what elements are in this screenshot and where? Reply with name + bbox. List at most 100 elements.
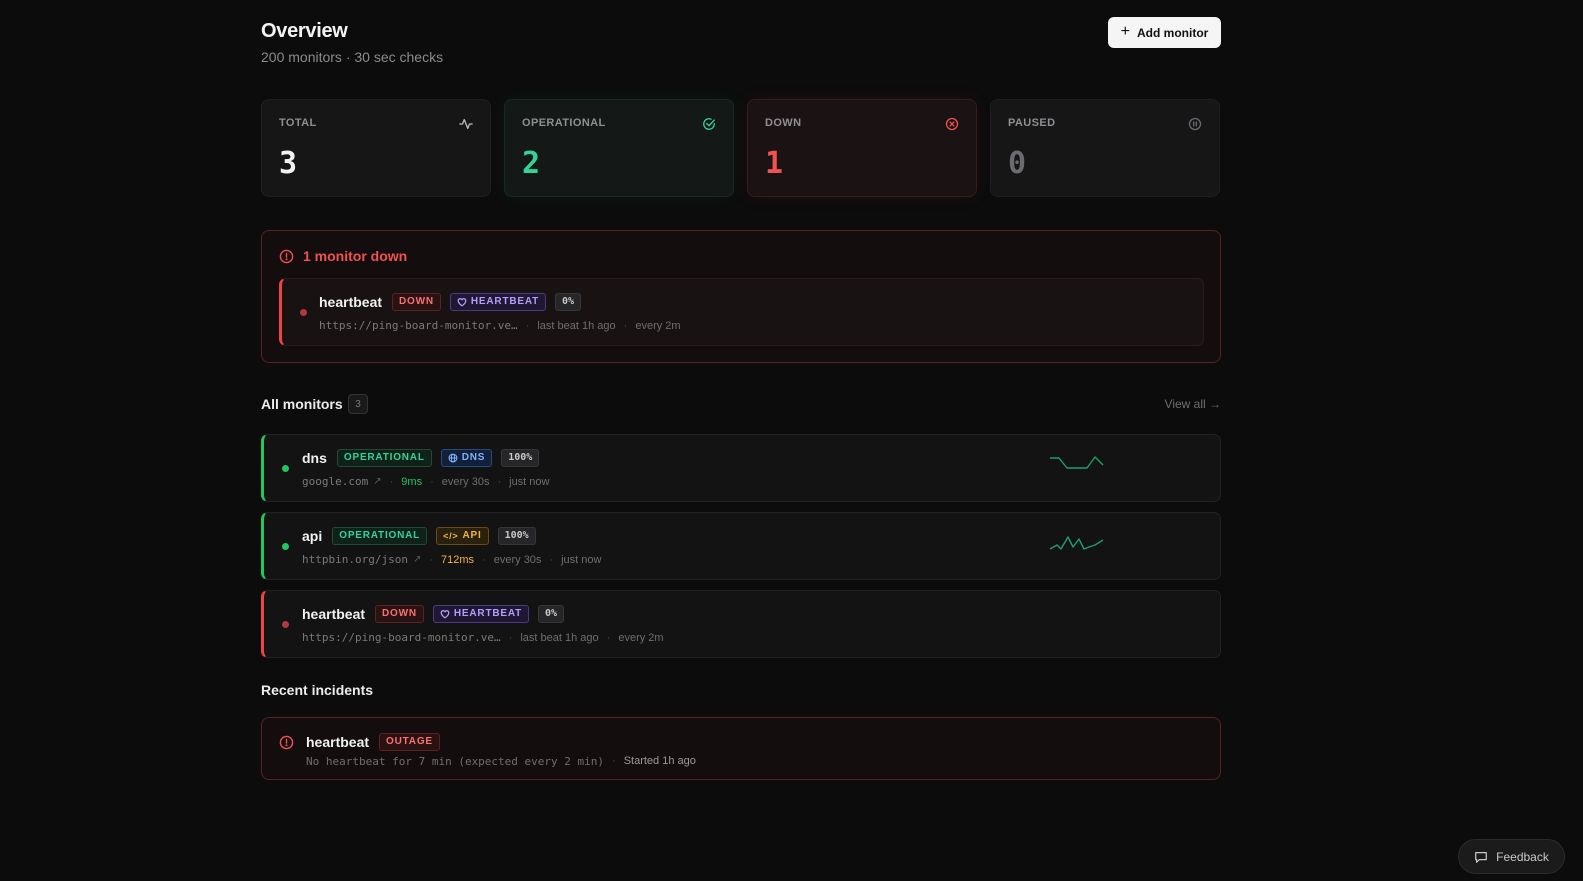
uptime-badge: 100% bbox=[501, 449, 540, 467]
check-interval: every 2m bbox=[618, 631, 664, 644]
uptime-badge: 0% bbox=[555, 293, 582, 311]
status-badge: OPERATIONAL bbox=[336, 449, 432, 467]
plus-icon: + bbox=[1120, 23, 1130, 40]
overview-page: Overview 200 monitors · 30 sec checks + … bbox=[261, 0, 1221, 780]
down-monitor-row[interactable]: heartbeat DOWN HEARTBEAT 0% https://ping… bbox=[279, 278, 1204, 346]
status-dot bbox=[282, 621, 289, 628]
status-badge: DOWN bbox=[375, 605, 424, 623]
separator: · bbox=[525, 319, 530, 332]
separator: · bbox=[549, 553, 554, 566]
monitor-row-heartbeat[interactable]: heartbeat DOWN HEARTBEAT 0% https://ping… bbox=[261, 590, 1221, 658]
stats-row: TOTAL 3 OPERATIONAL 2 DOWN 1 PAUSED 0 bbox=[261, 99, 1221, 197]
latency-sparkline bbox=[1050, 456, 1104, 469]
latency: 9ms bbox=[401, 475, 423, 488]
add-monitor-button[interactable]: + Add monitor bbox=[1108, 17, 1221, 48]
stat-card-down: DOWN 1 bbox=[747, 99, 977, 197]
latency: 712ms bbox=[441, 553, 475, 566]
monitor-name: heartbeat bbox=[302, 606, 366, 622]
monitor-name: heartbeat bbox=[319, 294, 383, 310]
monitor-meta: https://ping-board-monitor.ve… · last be… bbox=[302, 631, 664, 644]
separator: · bbox=[482, 553, 486, 566]
type-label: HEARTBEAT bbox=[453, 608, 523, 619]
message-icon bbox=[1475, 851, 1488, 863]
last-checked: just now bbox=[509, 475, 550, 488]
page-subtitle: 200 monitors · 30 sec checks bbox=[261, 49, 444, 65]
type-badge: </> API bbox=[436, 527, 489, 545]
code-icon: </> bbox=[443, 531, 459, 541]
incident-message: No heartbeat for 7 min (expected every 2… bbox=[306, 755, 605, 768]
outage-badge: OUTAGE bbox=[379, 733, 440, 751]
monitor-url[interactable]: httpbin.org/json bbox=[302, 553, 408, 566]
page-title: Overview bbox=[261, 20, 348, 42]
stat-label: OPERATIONAL bbox=[522, 117, 606, 129]
incident-meta: No heartbeat for 7 min (expected every 2… bbox=[306, 755, 696, 768]
type-badge: HEARTBEAT bbox=[449, 293, 547, 311]
status-badge: OPERATIONAL bbox=[332, 527, 428, 545]
monitor-name: api bbox=[302, 528, 323, 544]
separator: · bbox=[606, 631, 611, 644]
status-badge: DOWN bbox=[392, 293, 441, 311]
stat-value: 3 bbox=[279, 146, 298, 181]
check-interval: every 2m bbox=[635, 319, 681, 332]
status-dot bbox=[300, 309, 307, 316]
status-dot bbox=[282, 543, 289, 550]
heart-icon bbox=[440, 610, 450, 619]
stat-label: PAUSED bbox=[1008, 117, 1056, 129]
incident-monitor-name: heartbeat bbox=[306, 734, 370, 750]
check-interval: every 30s bbox=[493, 553, 542, 566]
uptime-badge: 0% bbox=[538, 605, 565, 623]
stat-label: TOTAL bbox=[279, 117, 317, 129]
check-circle-icon bbox=[703, 118, 715, 130]
monitor-url: https://ping-board-monitor.ve… bbox=[319, 319, 518, 332]
down-alert-panel: 1 monitor down heartbeat DOWN HEARTBEAT … bbox=[261, 230, 1221, 363]
stat-value: 0 bbox=[1008, 146, 1027, 181]
separator: · bbox=[508, 631, 513, 644]
alert-title: 1 monitor down bbox=[303, 248, 408, 264]
stat-card-paused: PAUSED 0 bbox=[990, 99, 1220, 197]
stat-label: DOWN bbox=[765, 117, 802, 129]
monitor-meta: httpbin.org/json ↗ · 712ms · every 30s ·… bbox=[302, 553, 601, 566]
globe-icon bbox=[448, 453, 458, 463]
monitor-count-badge: 3 bbox=[348, 394, 368, 414]
type-badge: HEARTBEAT bbox=[432, 605, 530, 623]
incident-started: Started 1h ago bbox=[623, 755, 696, 767]
last-checked: just now bbox=[561, 553, 602, 566]
separator: · bbox=[623, 319, 628, 332]
separator: · bbox=[612, 755, 616, 767]
stat-card-total: TOTAL 3 bbox=[261, 99, 491, 197]
activity-icon bbox=[459, 118, 473, 130]
monitor-row-api[interactable]: api OPERATIONAL </> API 100% httpbin.org… bbox=[261, 512, 1221, 580]
monitor-url[interactable]: google.com bbox=[302, 475, 368, 488]
stat-card-operational: OPERATIONAL 2 bbox=[504, 99, 734, 197]
external-link-icon[interactable]: ↗ bbox=[413, 554, 421, 565]
alert-circle-icon bbox=[279, 249, 294, 263]
x-circle-icon bbox=[945, 117, 959, 131]
monitor-header: dns OPERATIONAL DNS 100% bbox=[302, 449, 540, 467]
external-link-icon[interactable]: ↗ bbox=[373, 476, 381, 487]
check-interval: every 30s bbox=[441, 475, 490, 488]
separator: · bbox=[497, 475, 502, 488]
separator: · bbox=[389, 475, 394, 488]
status-dot bbox=[282, 465, 289, 472]
stat-value: 1 bbox=[765, 146, 784, 181]
latency-sparkline bbox=[1049, 536, 1104, 550]
type-label: DNS bbox=[461, 452, 486, 463]
monitor-row-dns[interactable]: dns OPERATIONAL DNS 100% google.com ↗ · … bbox=[261, 434, 1221, 502]
monitor-header: heartbeat DOWN HEARTBEAT 0% bbox=[302, 605, 565, 623]
view-all-link[interactable]: View all → bbox=[1165, 397, 1221, 411]
incident-row[interactable]: heartbeat OUTAGE No heartbeat for 7 min … bbox=[261, 717, 1221, 780]
incident-header: heartbeat OUTAGE bbox=[306, 733, 440, 751]
add-monitor-label: Add monitor bbox=[1137, 25, 1209, 40]
stat-value: 2 bbox=[522, 146, 541, 181]
feedback-button[interactable]: Feedback bbox=[1458, 839, 1565, 874]
feedback-label: Feedback bbox=[1496, 849, 1549, 864]
last-beat: last beat 1h ago bbox=[520, 631, 599, 644]
monitor-name: dns bbox=[302, 450, 327, 466]
separator: · bbox=[430, 475, 434, 488]
monitor-meta: google.com ↗ · 9ms · every 30s · just no… bbox=[302, 475, 549, 488]
page-header: Overview 200 monitors · 30 sec checks + … bbox=[261, 0, 1221, 98]
uptime-badge: 100% bbox=[497, 527, 536, 545]
monitor-header: heartbeat DOWN HEARTBEAT 0% bbox=[319, 293, 582, 311]
separator: · bbox=[429, 553, 434, 566]
monitor-url: https://ping-board-monitor.ve… bbox=[302, 631, 501, 644]
